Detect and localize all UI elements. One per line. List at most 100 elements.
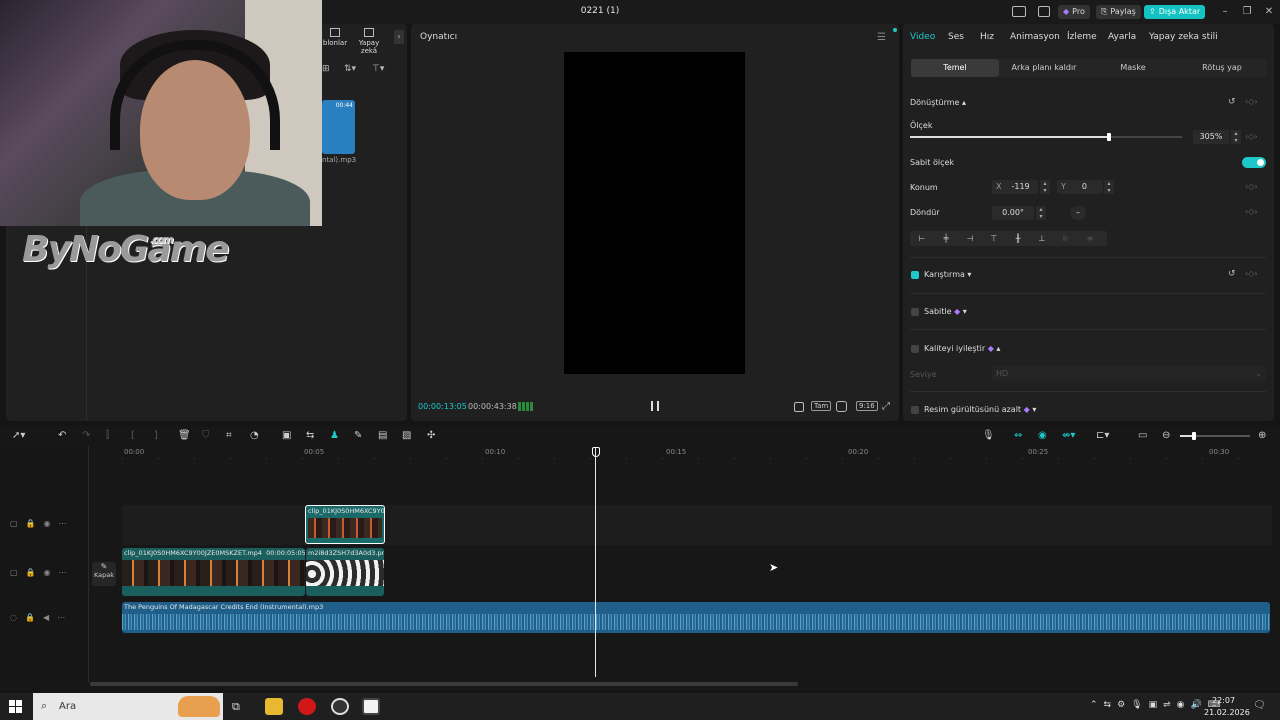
- denoise-label[interactable]: Resim gürültüsünü azalt ◆ ▾: [924, 405, 1036, 414]
- tab-templates[interactable]: blonlar: [322, 28, 348, 47]
- ai-cutout-icon[interactable]: ♟: [330, 430, 339, 441]
- tab-tracking[interactable]: İzleme: [1067, 32, 1097, 42]
- windows-start-icon[interactable]: [9, 700, 22, 713]
- menu-icon[interactable]: ☰: [877, 32, 886, 43]
- trim-left-icon[interactable]: [: [131, 430, 135, 441]
- keyframe-icon[interactable]: ‹◇›: [1245, 269, 1258, 278]
- close-icon[interactable]: ✕: [1262, 5, 1276, 19]
- rotate-stepper-icon[interactable]: ▴ ▾: [1036, 206, 1046, 220]
- reset-icon[interactable]: ↺: [1228, 97, 1236, 107]
- audio-clip[interactable]: The Penguins Of Madagascar Credits End (…: [122, 602, 1270, 633]
- playhead[interactable]: [595, 447, 596, 677]
- grid-view-icon[interactable]: ⊞: [322, 64, 330, 74]
- subtitle-icon[interactable]: ▭: [1138, 430, 1147, 441]
- microphone-icon[interactable]: 🎙: [982, 430, 995, 441]
- zoom-in-icon[interactable]: ⊕: [1258, 430, 1266, 441]
- maximize-icon[interactable]: ❐: [1240, 5, 1254, 19]
- main-clip[interactable]: clip_01KJ0S0HM6XC9Y00JZE0MSKZET.mp4 00:0…: [122, 548, 305, 596]
- keyframe-icon[interactable]: ‹◇›: [1245, 182, 1258, 191]
- capcut-icon[interactable]: [362, 698, 380, 715]
- second-clip[interactable]: m2i8d3ZSH7d3A0d3.png: [306, 548, 384, 596]
- freeze-icon[interactable]: ▣: [282, 430, 291, 441]
- magic-icon[interactable]: ✎: [354, 430, 362, 441]
- zoom-out-icon[interactable]: ⊖: [1162, 430, 1170, 441]
- overlay-clip[interactable]: clip_01KJ0S0HM6XC9Y0: [305, 505, 385, 544]
- reset-icon[interactable]: ↺: [1228, 269, 1236, 279]
- tab-speed[interactable]: Hız: [980, 32, 994, 42]
- pause-icon[interactable]: [651, 401, 659, 411]
- layout-icon[interactable]: [1012, 6, 1026, 17]
- subtab-basic[interactable]: Temel: [911, 59, 999, 77]
- enhance-checkbox[interactable]: [911, 345, 919, 353]
- scale-stepper-icon[interactable]: ▴ ▾: [1231, 130, 1241, 144]
- opera-icon[interactable]: [298, 698, 316, 715]
- scale-slider-track[interactable]: [910, 133, 1182, 141]
- fullscreen-icon[interactable]: ⤢: [882, 401, 890, 412]
- tab-audio[interactable]: Ses: [948, 32, 964, 42]
- redo-icon[interactable]: ↷: [82, 430, 90, 441]
- keyframe-icon[interactable]: ‹◇›: [1245, 207, 1258, 216]
- distribute-h-icon[interactable]: ⊪: [1054, 231, 1078, 246]
- shortcut-icon[interactable]: [1038, 6, 1050, 17]
- scale-slider-knob[interactable]: [1106, 133, 1111, 141]
- position-y-input[interactable]: Y0: [1057, 180, 1103, 194]
- align-top-icon[interactable]: ⊤: [982, 231, 1006, 246]
- app-icon[interactable]: [331, 698, 349, 715]
- share-button[interactable]: ⎘ Paylaş: [1096, 5, 1141, 19]
- tab-adjust[interactable]: Ayarla: [1108, 32, 1136, 42]
- subtab-remove-bg[interactable]: Arka planı kaldır: [1000, 59, 1088, 77]
- tab-video[interactable]: Video: [910, 32, 935, 42]
- x-stepper-icon[interactable]: ▴ ▾: [1040, 180, 1050, 194]
- preview-axis-icon[interactable]: ⊏▾: [1096, 430, 1109, 441]
- uniform-scale-toggle[interactable]: [1242, 157, 1266, 168]
- blend-checkbox[interactable]: [911, 271, 919, 279]
- align-bottom-icon[interactable]: ⊥: [1030, 231, 1054, 246]
- cover-button[interactable]: ✎ Kapak: [92, 562, 116, 586]
- image-icon[interactable]: ▧: [402, 430, 411, 441]
- focus-icon[interactable]: [836, 401, 847, 412]
- select-tool-icon[interactable]: ➚▾: [12, 430, 25, 441]
- snapshot-icon[interactable]: [794, 402, 804, 412]
- stabilize-label[interactable]: Sabitle ◆ ▾: [924, 307, 967, 316]
- shield-icon[interactable]: ⛉: [202, 430, 210, 441]
- beat-icon[interactable]: ✣: [427, 430, 435, 441]
- notification-icon[interactable]: 🗨: [1253, 700, 1266, 711]
- keyframe-icon[interactable]: ‹◇›: [1245, 97, 1258, 106]
- reverse-icon[interactable]: ⇆: [306, 430, 314, 441]
- taskbar-search[interactable]: ⌕ Ara: [33, 693, 223, 720]
- link-clips-icon[interactable]: ⇎▾: [1062, 430, 1075, 441]
- filter-icon[interactable]: ⊤▾: [372, 64, 384, 74]
- horizontal-scrollbar[interactable]: [90, 682, 798, 686]
- blend-label[interactable]: Karıştırma ▾: [924, 270, 971, 279]
- caption-icon[interactable]: ▤: [378, 430, 387, 441]
- ratio-button[interactable]: 9:16: [856, 401, 878, 411]
- denoise-checkbox[interactable]: [911, 406, 919, 414]
- video-preview[interactable]: [564, 52, 745, 374]
- align-center-v-icon[interactable]: ╫: [1006, 231, 1030, 246]
- file-explorer-icon[interactable]: [265, 698, 283, 715]
- tab-animation[interactable]: Animasyon: [1010, 32, 1060, 42]
- chevron-right-icon[interactable]: ›: [394, 30, 404, 44]
- align-right-icon[interactable]: ⊣: [958, 231, 982, 246]
- sort-icon[interactable]: ⇅▾: [344, 64, 356, 74]
- align-left-icon[interactable]: ⊢: [910, 231, 934, 246]
- minimize-icon[interactable]: –: [1218, 5, 1232, 19]
- subtab-retouch[interactable]: Rötuş yap: [1178, 59, 1266, 77]
- media-thumbnail[interactable]: 00:44: [322, 100, 355, 154]
- stabilize-checkbox[interactable]: [911, 308, 919, 316]
- undo-icon[interactable]: ↶: [58, 430, 66, 441]
- scale-input[interactable]: 305%: [1193, 130, 1229, 144]
- subtab-mask[interactable]: Maske: [1089, 59, 1177, 77]
- delete-icon[interactable]: 🗑: [178, 430, 191, 441]
- full-button[interactable]: Tam: [811, 401, 832, 411]
- rotate-dial[interactable]: –: [1070, 206, 1086, 220]
- crop-icon[interactable]: ⌗: [226, 430, 232, 441]
- align-center-h-icon[interactable]: ╪: [934, 231, 958, 246]
- distribute-v-icon[interactable]: ≡: [1078, 231, 1102, 246]
- trim-right-icon[interactable]: ]: [154, 430, 158, 441]
- enhance-label[interactable]: Kaliteyi iyileştir ◆ ▴: [924, 344, 1000, 353]
- speed-icon[interactable]: ◔: [250, 430, 259, 441]
- position-x-input[interactable]: X -119: [992, 180, 1038, 194]
- playhead-handle[interactable]: [592, 447, 600, 457]
- tab-ai[interactable]: Yapay zekâ: [350, 28, 388, 55]
